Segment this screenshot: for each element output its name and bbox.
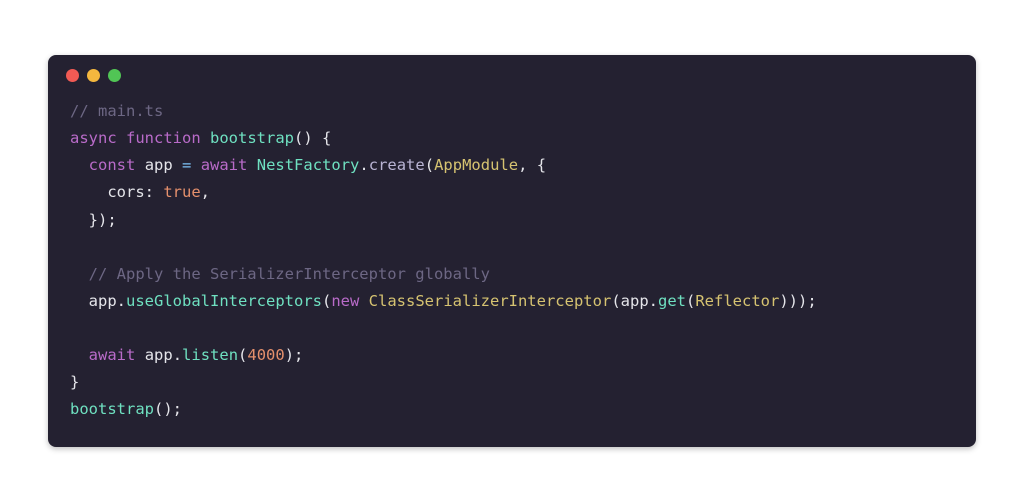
- code-punct: .: [649, 292, 658, 310]
- code-function-name: bootstrap: [210, 129, 294, 147]
- code-punct: .: [359, 156, 368, 174]
- traffic-lights: [48, 55, 976, 88]
- code-block: // main.ts async function bootstrap() { …: [48, 88, 976, 442]
- code-property: cors: [107, 183, 144, 201]
- code-keyword: async: [70, 129, 117, 147]
- code-comment: // Apply the SerializerInterceptor globa…: [89, 265, 490, 283]
- code-number: 4000: [247, 346, 284, 364]
- code-type: ClassSerializerInterceptor: [369, 292, 612, 310]
- close-icon[interactable]: [66, 69, 79, 82]
- code-ident: app: [621, 292, 649, 310]
- code-punct: .: [173, 346, 182, 364]
- code-method: listen: [182, 346, 238, 364]
- code-method: useGlobalInterceptors: [126, 292, 322, 310]
- code-ident: app: [145, 156, 173, 174]
- code-punct: (: [238, 346, 247, 364]
- code-punct: :: [145, 183, 154, 201]
- code-type: AppModule: [434, 156, 518, 174]
- code-punct: (: [425, 156, 434, 174]
- code-keyword: function: [126, 129, 201, 147]
- code-class: NestFactory: [257, 156, 360, 174]
- code-method: get: [658, 292, 686, 310]
- code-punct: ,: [201, 183, 210, 201]
- code-ident: app: [89, 292, 117, 310]
- code-punct: }: [70, 373, 79, 391]
- maximize-icon[interactable]: [108, 69, 121, 82]
- code-operator: =: [182, 156, 191, 174]
- code-punct: (: [686, 292, 695, 310]
- minimize-icon[interactable]: [87, 69, 100, 82]
- code-function-call: bootstrap: [70, 400, 154, 418]
- code-ident: app: [145, 346, 173, 364]
- code-window: // main.ts async function bootstrap() { …: [48, 55, 976, 447]
- code-comment: // main.ts: [70, 102, 163, 120]
- code-punct: )));: [779, 292, 816, 310]
- code-punct: });: [89, 211, 117, 229]
- code-punct: );: [285, 346, 304, 364]
- code-punct: .: [117, 292, 126, 310]
- code-punct: ();: [154, 400, 182, 418]
- code-literal: true: [163, 183, 200, 201]
- code-punct: (: [322, 292, 331, 310]
- code-keyword: await: [89, 346, 136, 364]
- code-type: Reflector: [695, 292, 779, 310]
- code-keyword: const: [89, 156, 136, 174]
- code-method: create: [369, 156, 425, 174]
- code-keyword: new: [331, 292, 359, 310]
- code-keyword: await: [201, 156, 248, 174]
- code-punct: , {: [518, 156, 546, 174]
- code-punct: () {: [294, 129, 331, 147]
- code-punct: (: [611, 292, 620, 310]
